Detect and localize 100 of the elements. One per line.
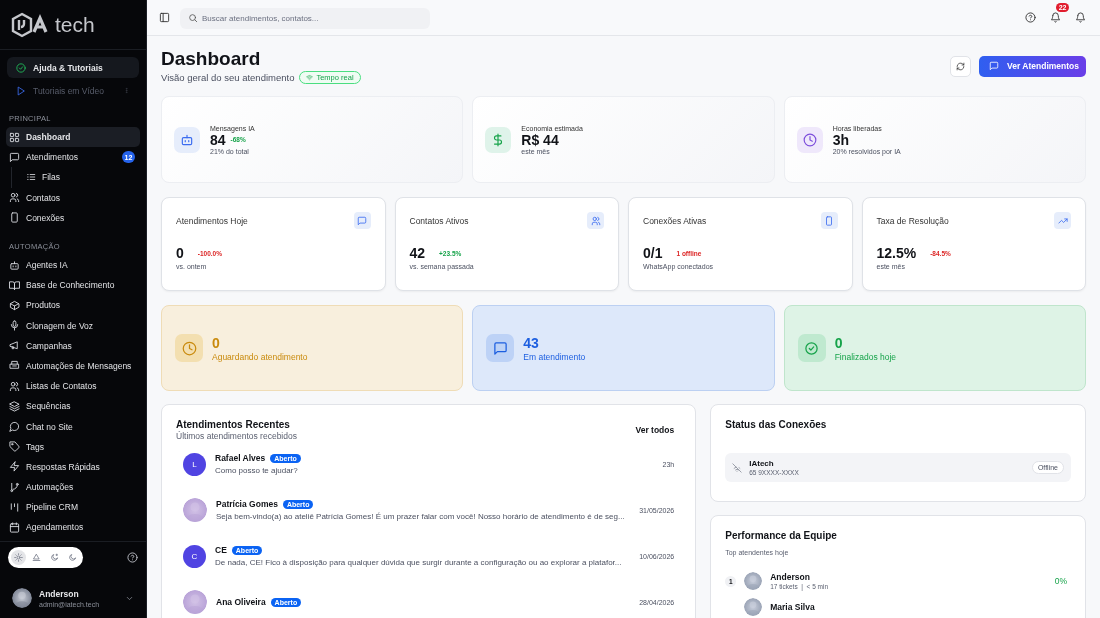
- calendar-icon: [9, 521, 20, 533]
- people-icon: [9, 380, 20, 392]
- sidebar-item[interactable]: Conexões: [6, 207, 140, 228]
- sidebar-item[interactable]: Sequências: [6, 396, 140, 417]
- sidebar-item[interactable]: Automações: [6, 477, 140, 498]
- sidebar-item[interactable]: Tags: [6, 436, 140, 457]
- contact-name: CE: [215, 545, 227, 555]
- card-value: 0: [176, 245, 184, 261]
- sidebar-item[interactable]: Agendamentos: [6, 517, 140, 538]
- sidebar-toggle-icon[interactable]: [159, 12, 170, 23]
- sun-icon: [14, 553, 23, 562]
- panel-title: Performance da Equipe: [725, 530, 838, 541]
- agent-name: Maria Silva: [770, 602, 815, 612]
- contact-name: Patrícia Gomes: [216, 499, 278, 509]
- page-title: Dashboard: [161, 48, 262, 69]
- play-icon: [16, 85, 26, 96]
- card-label: Conexões Ativas: [643, 215, 707, 226]
- sidebar-item[interactable]: Clonagem de Voz: [6, 315, 140, 336]
- chat-icon: [492, 340, 508, 356]
- bell-icon[interactable]: [1050, 12, 1061, 23]
- help-icon[interactable]: [1025, 12, 1036, 23]
- page-subtitle: Visão geral do seu atendimento: [161, 71, 295, 83]
- avatar: C: [183, 544, 206, 568]
- sidebar-item[interactable]: Contatos: [6, 187, 140, 208]
- avatar: L: [183, 452, 206, 476]
- wifi-off-icon: [732, 462, 743, 473]
- refresh-button[interactable]: [950, 55, 972, 77]
- chat-icon: [989, 61, 1000, 71]
- moon-icon: [68, 553, 77, 562]
- megaphone-icon: [9, 340, 20, 352]
- status-value: 43: [523, 334, 540, 351]
- panel-title: Status das Conexões: [725, 419, 828, 430]
- people-icon: [9, 192, 20, 204]
- sidebar-item[interactable]: Filas: [23, 167, 140, 188]
- panel-title: Atendimentos Recentes: [176, 419, 291, 430]
- moon-star-icon: [50, 553, 59, 562]
- sidebar-item[interactable]: Dashboard: [6, 127, 140, 148]
- card-value: 42: [409, 245, 426, 261]
- card-label: Taxa de Resolução: [876, 215, 949, 226]
- sidebar-item[interactable]: Campanhas: [6, 335, 140, 356]
- dots-icon: [123, 87, 130, 94]
- contact-name: Rafael Alves: [215, 453, 266, 463]
- triangle-icon: [32, 553, 41, 562]
- layers-icon: [9, 400, 20, 412]
- sidebar-item[interactable]: Listas de Contatos: [6, 376, 140, 397]
- sidebar-item[interactable]: Chat no Site: [6, 416, 140, 437]
- card-value: 0/1: [643, 245, 663, 261]
- card-value: 12.5%: [876, 245, 917, 261]
- panel-subtitle: Últimos atendimentos recebidos: [176, 431, 297, 441]
- help-link[interactable]: Ajuda & Tutoriais: [7, 57, 139, 78]
- sidebar-item[interactable]: Respostas Rápidas: [6, 456, 140, 477]
- sidebar-item[interactable]: Agentes IA: [6, 254, 140, 276]
- tag-icon: [9, 441, 20, 453]
- trend-icon: [1057, 215, 1068, 226]
- search-field[interactable]: Buscar atendimentos, contatos...: [180, 8, 430, 29]
- tray-icon: [9, 360, 20, 372]
- bell-icon[interactable]: [1075, 12, 1086, 23]
- card-label: Contatos Ativos: [409, 215, 469, 226]
- message-preview: Como posso te ajudar?: [215, 466, 299, 475]
- score-value: 0%: [1054, 576, 1067, 586]
- chat-icon: [357, 215, 367, 226]
- view-all-link[interactable]: Ver todos: [635, 425, 675, 435]
- columns-icon: [9, 501, 20, 513]
- wifi-icon: [306, 73, 314, 81]
- primary-button[interactable]: Ver Atendimentos: [979, 55, 1086, 77]
- sidebar-item[interactable]: Produtos: [6, 295, 140, 316]
- card-label: Atendimentos Hoje: [176, 215, 248, 226]
- microphone-icon: [9, 320, 20, 332]
- logo-text: tech: [55, 12, 95, 37]
- phone-icon: [824, 215, 834, 226]
- robot-icon: [9, 259, 20, 271]
- list-icon: [26, 172, 36, 183]
- status-label: Finalizados hoje: [834, 351, 897, 362]
- book-icon: [9, 279, 20, 291]
- message-preview: Seja bem-vindo(a) ao ateliê Patrícia Gomes! É um prazer falar com você! Nosso horário de atendimento é de seg...: [216, 512, 626, 521]
- branch-icon: [9, 481, 20, 493]
- user-name: Anderson: [39, 588, 80, 599]
- theme-button[interactable]: [11, 550, 26, 565]
- sidebar-item[interactable]: Base de Conhecimento: [6, 275, 140, 296]
- refresh-icon: [956, 61, 966, 71]
- check-circle-icon: [804, 340, 820, 356]
- card-value: R$ 44: [521, 131, 559, 148]
- card-value: 84: [210, 131, 226, 148]
- status-label: Em atendimento: [523, 351, 586, 362]
- check-circle-icon: [16, 62, 26, 73]
- sidebar-item[interactable]: Pipeline CRM: [6, 497, 140, 518]
- search-icon: [188, 12, 198, 23]
- connection-name: IAtech: [749, 459, 775, 468]
- sidebar-item[interactable]: Automações de Mensagens: [6, 355, 140, 377]
- contact-name: Ana Oliveira: [216, 597, 266, 607]
- phone-icon: [9, 212, 20, 224]
- status-label: Aguardando atendimento: [212, 351, 308, 362]
- status-value: 0: [212, 334, 221, 351]
- people-icon: [590, 215, 601, 226]
- box-icon: [9, 299, 20, 311]
- status-value: 0: [834, 334, 844, 351]
- speech-bubble-icon: [9, 421, 20, 433]
- lightning-icon: [9, 461, 20, 473]
- clock-icon: [802, 132, 817, 147]
- clock-icon: [181, 340, 197, 356]
